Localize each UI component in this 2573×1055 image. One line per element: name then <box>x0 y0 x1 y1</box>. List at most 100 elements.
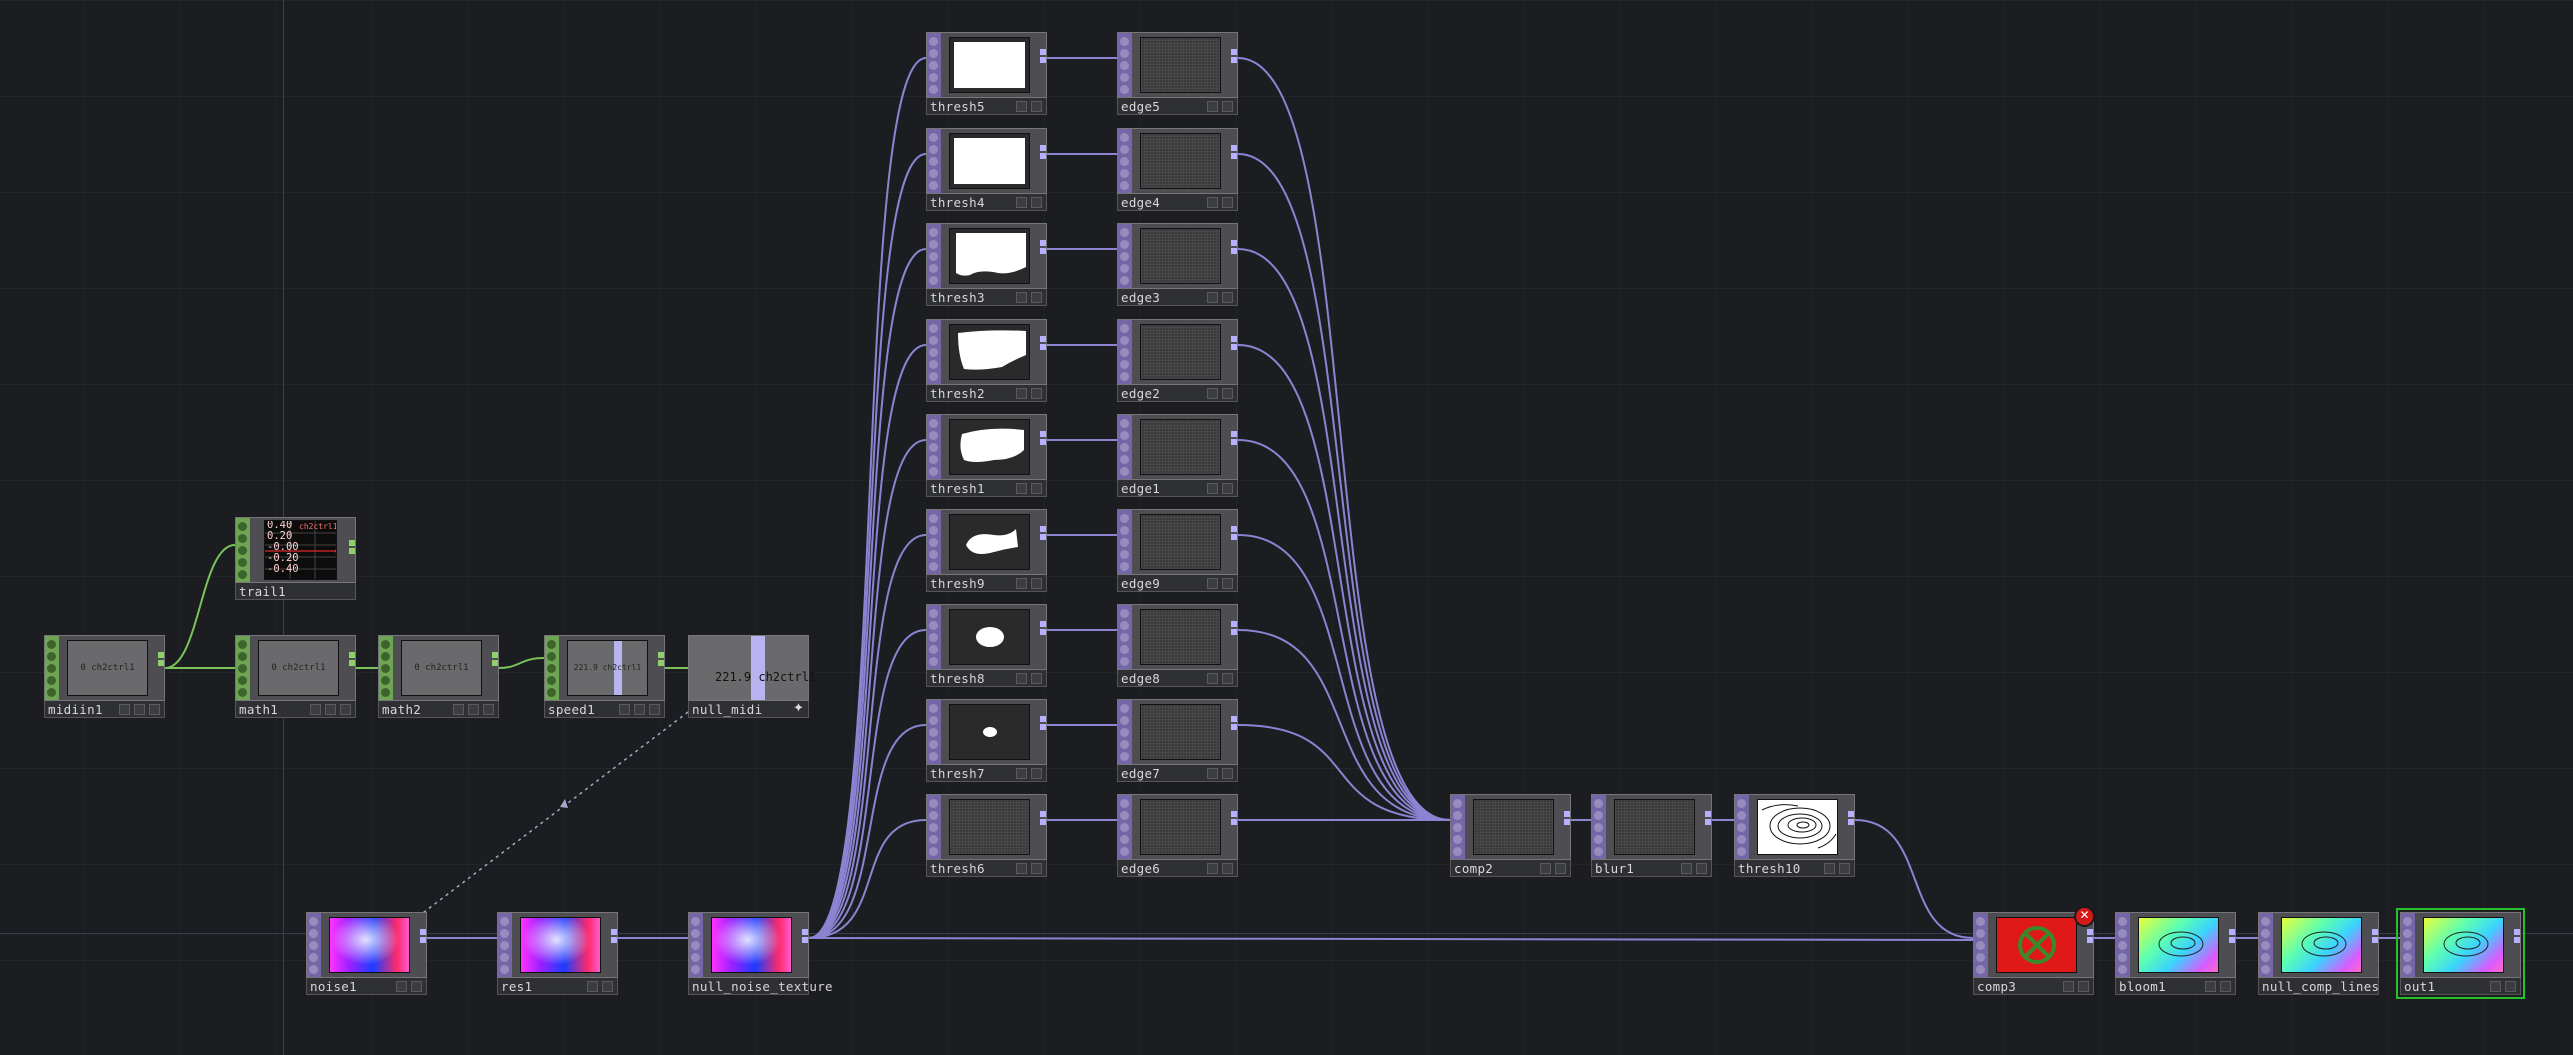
output-connector[interactable] <box>1039 524 1047 548</box>
node-flag-button[interactable] <box>1555 863 1566 874</box>
node-flag-button[interactable] <box>1031 768 1042 779</box>
input-connector[interactable] <box>309 941 318 950</box>
input-connector[interactable] <box>381 664 390 673</box>
output-connector[interactable] <box>1230 809 1238 833</box>
node-flag-button[interactable] <box>1222 673 1233 684</box>
input-connector[interactable] <box>500 917 509 926</box>
node-flag-button[interactable] <box>1696 863 1707 874</box>
input-connector[interactable] <box>1120 657 1129 666</box>
edge7-node[interactable]: edge7 <box>1117 699 1238 782</box>
node-flag-button[interactable] <box>2220 981 2231 992</box>
input-connector[interactable] <box>309 917 318 926</box>
input-connector[interactable] <box>1453 811 1462 820</box>
input-connector[interactable] <box>1120 360 1129 369</box>
input-connector[interactable] <box>929 157 938 166</box>
input-connector[interactable] <box>929 73 938 82</box>
input-connector[interactable] <box>1120 645 1129 654</box>
node-flag-button[interactable] <box>1222 388 1233 399</box>
input-connector[interactable] <box>1120 431 1129 440</box>
math1-node[interactable]: 0 ch2ctrl1 math1 <box>235 635 356 718</box>
input-connector[interactable] <box>309 953 318 962</box>
input-connector[interactable] <box>238 570 247 579</box>
input-connector[interactable] <box>1594 847 1603 856</box>
input-connector[interactable] <box>1120 348 1129 357</box>
input-connector[interactable] <box>929 419 938 428</box>
input-connector[interactable] <box>309 929 318 938</box>
trail1-node[interactable]: 0.40 0.20 -0.00 -0.20 -0.40 ch2ctrl1 tra… <box>235 517 356 600</box>
input-connector[interactable] <box>929 360 938 369</box>
input-connector[interactable] <box>2118 941 2127 950</box>
output-connector[interactable] <box>419 927 427 951</box>
input-connector[interactable] <box>929 716 938 725</box>
input-connector[interactable] <box>929 169 938 178</box>
edge1-node[interactable]: edge1 <box>1117 414 1238 497</box>
edge2-node[interactable]: edge2 <box>1117 319 1238 402</box>
input-connector[interactable] <box>238 664 247 673</box>
input-connector[interactable] <box>1453 847 1462 856</box>
out1-node[interactable]: out1 <box>2396 908 2525 999</box>
output-connector[interactable] <box>1039 143 1047 167</box>
input-connector[interactable] <box>238 558 247 567</box>
input-connector[interactable] <box>929 847 938 856</box>
input-connector[interactable] <box>1453 799 1462 808</box>
output-connector[interactable] <box>1230 524 1238 548</box>
output-connector[interactable] <box>1230 334 1238 358</box>
input-connector[interactable] <box>1120 752 1129 761</box>
node-flag-button[interactable] <box>602 981 613 992</box>
node-flag-button[interactable] <box>1031 578 1042 589</box>
thresh9-node[interactable]: thresh9 <box>926 509 1047 592</box>
input-connector[interactable] <box>929 621 938 630</box>
thresh2-node[interactable]: thresh2 <box>926 319 1047 402</box>
input-connector[interactable] <box>47 652 56 661</box>
node-flag-button[interactable] <box>1824 863 1835 874</box>
input-connector[interactable] <box>929 372 938 381</box>
input-connector[interactable] <box>929 37 938 46</box>
input-connector[interactable] <box>929 85 938 94</box>
null_noise_texture-node[interactable]: null_noise_texture <box>688 912 833 995</box>
input-connector[interactable] <box>1120 157 1129 166</box>
input-connector[interactable] <box>547 652 556 661</box>
input-connector[interactable] <box>1120 252 1129 261</box>
input-connector[interactable] <box>1120 181 1129 190</box>
input-connector[interactable] <box>2403 941 2412 950</box>
node-flag-button[interactable] <box>1016 292 1027 303</box>
input-connector[interactable] <box>2403 965 2412 974</box>
node-flag-button[interactable] <box>310 704 321 715</box>
node-flag-button[interactable] <box>1031 388 1042 399</box>
input-connector[interactable] <box>929 264 938 273</box>
output-connector[interactable] <box>1039 619 1047 643</box>
node-flag-button[interactable] <box>1222 863 1233 874</box>
node-flag-button[interactable] <box>1839 863 1850 874</box>
input-connector[interactable] <box>929 633 938 642</box>
input-connector[interactable] <box>1594 823 1603 832</box>
input-connector[interactable] <box>929 181 938 190</box>
output-connector[interactable] <box>2371 927 2379 951</box>
input-connector[interactable] <box>1594 811 1603 820</box>
node-flag-button[interactable] <box>1016 673 1027 684</box>
blur1-node[interactable]: blur1 <box>1591 794 1712 877</box>
edge9-node[interactable]: edge9 <box>1117 509 1238 592</box>
output-connector[interactable] <box>657 650 665 674</box>
node-flag-button[interactable] <box>634 704 645 715</box>
node-flag-button[interactable] <box>619 704 630 715</box>
input-connector[interactable] <box>929 538 938 547</box>
node-flag-button[interactable] <box>1207 388 1218 399</box>
node-flag-button[interactable] <box>1207 101 1218 112</box>
thresh4-node[interactable]: thresh4 <box>926 128 1047 211</box>
output-connector[interactable] <box>1230 143 1238 167</box>
input-connector[interactable] <box>1120 740 1129 749</box>
node-flag-button[interactable] <box>1222 768 1233 779</box>
output-connector[interactable] <box>157 650 165 674</box>
output-connector[interactable] <box>1704 809 1712 833</box>
input-connector[interactable] <box>500 953 509 962</box>
input-connector[interactable] <box>929 133 938 142</box>
input-connector[interactable] <box>1453 835 1462 844</box>
output-connector[interactable] <box>1230 238 1238 262</box>
input-connector[interactable] <box>1120 847 1129 856</box>
node-flag-button[interactable] <box>1207 673 1218 684</box>
input-connector[interactable] <box>1976 953 1985 962</box>
node-flag-button[interactable] <box>453 704 464 715</box>
node-flag-button[interactable] <box>483 704 494 715</box>
node-flag-button[interactable] <box>149 704 160 715</box>
input-connector[interactable] <box>1120 467 1129 476</box>
